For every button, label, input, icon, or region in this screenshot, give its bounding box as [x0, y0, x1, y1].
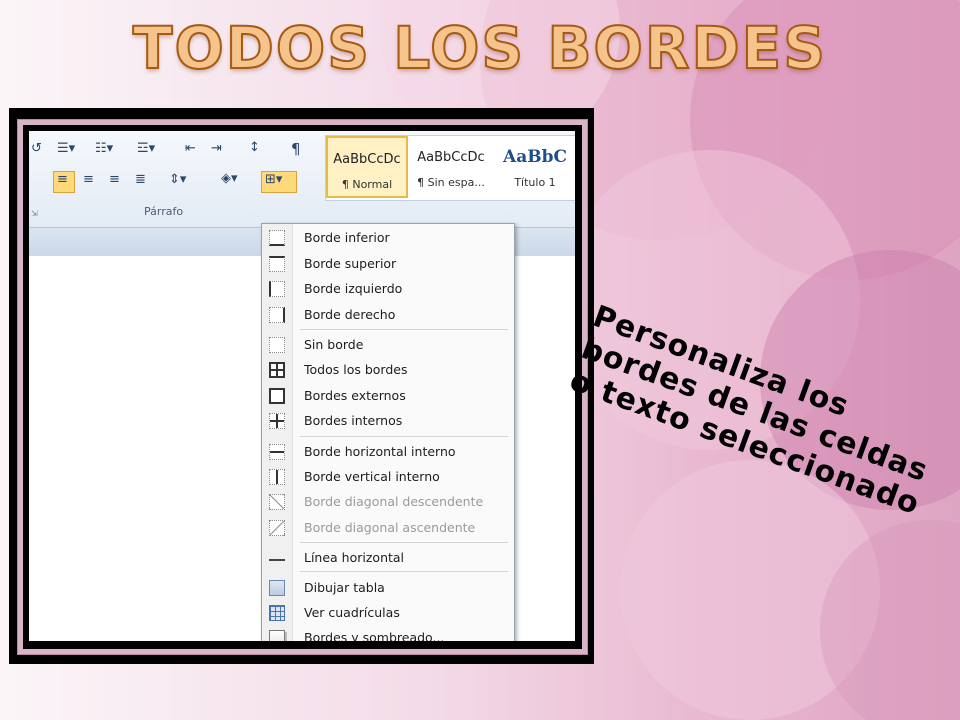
menu-item-label: Bordes y sombreado... [304, 630, 445, 641]
horizontal-line-icon [269, 550, 285, 566]
menu-item-label: Borde diagonal descendente [304, 494, 484, 509]
menu-item[interactable]: Línea horizontal [262, 546, 514, 570]
show-marks-icon[interactable]: ¶ [291, 140, 301, 158]
style-no-spacing[interactable]: AaBbCcDc ¶ Sin espa... [410, 136, 492, 198]
menu-item[interactable]: Sin borde [262, 333, 514, 357]
menu-item[interactable]: Borde horizontal interno [262, 440, 514, 464]
inside-borders-icon [269, 413, 285, 429]
sort-icon[interactable]: ↕ [249, 140, 260, 155]
style-heading-1[interactable]: AaBbC Título 1 [494, 136, 575, 198]
menu-item-label: Ver cuadrículas [304, 605, 400, 620]
menu-item-label: Dibujar tabla [304, 580, 385, 595]
multilevel-list-icon[interactable]: ☲▾ [137, 141, 155, 156]
shading-icon[interactable]: ◈▾ [221, 171, 238, 186]
diagonal-down-border-icon [269, 494, 285, 510]
menu-item[interactable]: Bordes internos [262, 409, 514, 433]
diagonal-up-border-icon [269, 520, 285, 536]
no-border-icon [269, 337, 285, 353]
menu-item[interactable]: Dibujar tabla [262, 576, 514, 600]
ribbon-group-label: Párrafo [144, 205, 184, 218]
increase-indent-icon[interactable]: ⇥ [211, 141, 222, 156]
menu-item[interactable]: Borde derecho [262, 303, 514, 327]
menu-item-label: Borde vertical interno [304, 469, 440, 484]
styles-gallery: AaBbCcDc ¶ Normal AaBbCcDc ¶ Sin espa...… [325, 135, 575, 201]
menu-item[interactable]: Borde diagonal ascendente [262, 516, 514, 540]
borders-shading-icon [269, 630, 285, 641]
menu-separator [300, 542, 508, 543]
border-right-icon [269, 307, 285, 323]
view-gridlines-icon [269, 605, 285, 621]
menu-item[interactable]: Borde inferior [262, 226, 514, 250]
align-right-icon[interactable]: ≡ [109, 172, 120, 187]
borders-dropdown-menu: Borde inferior Borde superior Borde izquie… [261, 223, 515, 641]
menu-item[interactable]: Borde superior [262, 252, 514, 276]
menu-item[interactable]: Ver cuadrículas [262, 601, 514, 625]
dialog-launcher-icon[interactable]: ⇲ [31, 209, 38, 218]
draw-table-icon [269, 580, 285, 596]
border-top-icon [269, 256, 285, 272]
numbering-icon[interactable]: ☷▾ [95, 141, 113, 156]
screenshot-frame: ↺ ☰▾ ☷▾ ☲▾ ⇤ ⇥ ↕ ¶ ≡ ≡ ≡ ≣ ⇕▾ ◈▾ ⊞▾ ⇲ Pá… [9, 108, 594, 664]
menu-separator [300, 329, 508, 330]
menu-item[interactable]: Bordes externos [262, 384, 514, 408]
menu-item[interactable]: Bordes y sombreado... [262, 626, 514, 641]
borders-icon: ⊞▾ [265, 172, 283, 187]
menu-item-label: Borde superior [304, 256, 397, 271]
align-left-icon: ≡ [57, 172, 68, 187]
menu-item-label: Borde derecho [304, 307, 396, 322]
menu-item[interactable]: Borde vertical interno [262, 465, 514, 489]
menu-item[interactable]: Borde izquierdo [262, 277, 514, 301]
decrease-indent-icon[interactable]: ⇤ [185, 141, 196, 156]
menu-separator [300, 436, 508, 437]
menu-item-label: Línea horizontal [304, 550, 405, 565]
menu-item[interactable]: Todos los bordes [262, 358, 514, 382]
word-window: ↺ ☰▾ ☷▾ ☲▾ ⇤ ⇥ ↕ ¶ ≡ ≡ ≡ ≣ ⇕▾ ◈▾ ⊞▾ ⇲ Pá… [29, 131, 575, 641]
slide-title: TODOS LOS BORDES [132, 13, 828, 83]
menu-item-label: Borde inferior [304, 230, 390, 245]
menu-item-label: Borde izquierdo [304, 281, 403, 296]
outside-borders-icon [269, 388, 285, 404]
menu-item-label: Todos los bordes [304, 362, 408, 377]
line-spacing-icon[interactable]: ⇕▾ [169, 172, 186, 187]
border-left-icon [269, 281, 285, 297]
inside-horizontal-border-icon [269, 444, 285, 460]
menu-item-label: Sin borde [304, 337, 364, 352]
border-bottom-icon [269, 230, 285, 246]
menu-item-label: Bordes externos [304, 388, 406, 403]
all-borders-icon [269, 362, 285, 378]
center-icon[interactable]: ≡ [83, 172, 94, 187]
justify-icon[interactable]: ≣ [135, 172, 146, 187]
bullets-icon[interactable]: ↺ [31, 141, 42, 156]
menu-item-label: Bordes internos [304, 413, 403, 428]
style-normal[interactable]: AaBbCcDc ¶ Normal [326, 136, 408, 198]
menu-item[interactable]: Borde diagonal descendente [262, 490, 514, 514]
menu-item-label: Borde diagonal ascendente [304, 520, 476, 535]
menu-separator [300, 571, 508, 572]
inside-vertical-border-icon [269, 469, 285, 485]
bullets-icon[interactable]: ☰▾ [57, 141, 75, 156]
ribbon: ↺ ☰▾ ☷▾ ☲▾ ⇤ ⇥ ↕ ¶ ≡ ≡ ≡ ≣ ⇕▾ ◈▾ ⊞▾ ⇲ Pá… [29, 131, 575, 228]
menu-item-label: Borde horizontal interno [304, 444, 456, 459]
